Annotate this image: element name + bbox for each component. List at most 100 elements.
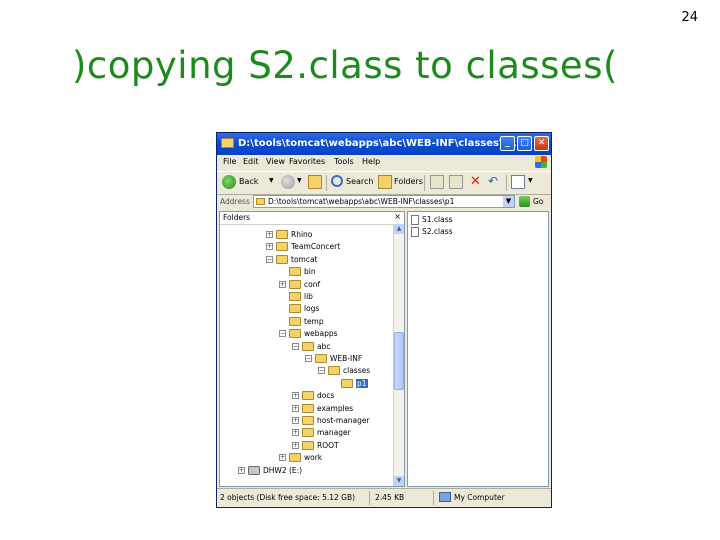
status-divider xyxy=(369,491,370,505)
folder-icon xyxy=(276,254,288,264)
window-title: D:\tools\tomcat\webapps\abc\WEB-INF\clas… xyxy=(238,138,517,149)
tree-item-label[interactable]: temp xyxy=(304,317,324,326)
my-computer-icon xyxy=(439,492,451,502)
back-arrow-icon[interactable] xyxy=(222,175,236,189)
tree-item-label[interactable]: examples xyxy=(317,404,353,413)
menu-help[interactable]: Help xyxy=(362,157,380,166)
menu-favorites[interactable]: Favorites xyxy=(289,157,325,166)
address-input[interactable]: D:\tools\tomcat\webapps\abc\WEB-INF\clas… xyxy=(253,195,515,208)
address-value[interactable]: D:\tools\tomcat\webapps\abc\WEB-INF\clas… xyxy=(268,197,454,206)
tree-item-label[interactable]: WEB-INF xyxy=(330,354,362,363)
folder-icon xyxy=(289,292,301,301)
tree-item-label[interactable]: host-manager xyxy=(317,416,370,425)
folder-icon xyxy=(289,304,301,314)
undo-icon[interactable]: ↶ xyxy=(488,174,498,188)
tree-item-label[interactable]: DHW2 (E:) xyxy=(263,466,302,475)
maximize-button[interactable]: □ xyxy=(517,136,532,151)
tree-item-label[interactable]: classes xyxy=(343,366,370,375)
tree-item-label[interactable]: ROOT xyxy=(317,441,339,450)
forward-arrow-icon[interactable] xyxy=(281,175,295,189)
vertical-scrollbar[interactable]: ▲ ▼ xyxy=(393,224,404,486)
back-dropdown-icon[interactable]: ▼ xyxy=(269,177,274,184)
expand-icon[interactable]: + xyxy=(292,429,299,437)
folders-pane: Folders × + Rhino + TeamConcert − tomcat bin + c… xyxy=(219,211,405,487)
expand-icon[interactable]: + xyxy=(266,231,273,238)
tree-item-label[interactable]: manager xyxy=(317,428,351,437)
tree-item-label[interactable]: abc xyxy=(317,342,330,351)
expand-icon[interactable]: + xyxy=(279,454,286,462)
title-bar[interactable]: D:\tools\tomcat\webapps\abc\WEB-INF\clas… xyxy=(217,133,551,155)
search-icon[interactable] xyxy=(331,175,343,187)
menu-edit[interactable]: Edit xyxy=(243,157,259,166)
folder-icon xyxy=(289,279,301,289)
folder-icon xyxy=(302,428,314,438)
delete-icon[interactable]: ✕ xyxy=(470,174,481,189)
scroll-thumb[interactable] xyxy=(394,332,404,390)
class-file-icon xyxy=(411,227,419,237)
tree-item-label[interactable]: docs xyxy=(317,391,334,400)
slide-number: 24 xyxy=(681,10,698,25)
expand-icon[interactable]: + xyxy=(266,243,273,251)
back-button-label[interactable]: Back xyxy=(239,177,258,186)
folder-icon xyxy=(302,440,314,450)
toolbar: Back ▼ ▼ Search Folders ✕ ↶ ▼ xyxy=(217,171,551,195)
tree-item-label[interactable]: logs xyxy=(304,304,319,313)
close-pane-icon[interactable]: × xyxy=(394,212,401,221)
folder-icon xyxy=(315,354,327,363)
go-button-label[interactable]: Go xyxy=(533,197,543,206)
tree-item-label[interactable]: tomcat xyxy=(291,255,318,264)
collapse-icon[interactable]: − xyxy=(305,355,312,362)
address-dropdown-icon[interactable]: ▼ xyxy=(503,196,514,207)
folder-icon xyxy=(302,341,314,351)
scroll-down-icon[interactable]: ▼ xyxy=(394,476,404,486)
folder-icon xyxy=(302,391,314,401)
tree-item-label[interactable]: TeamConcert xyxy=(291,242,340,251)
collapse-icon[interactable]: − xyxy=(279,330,286,338)
folder-icon xyxy=(289,453,301,463)
collapse-icon[interactable]: − xyxy=(292,342,299,350)
expand-icon[interactable]: + xyxy=(292,404,299,412)
folder-icon xyxy=(289,316,301,326)
tree-item-label[interactable]: Rhino xyxy=(291,230,312,239)
go-arrow-icon[interactable] xyxy=(519,196,530,207)
folders-pane-header: Folders × xyxy=(220,212,404,225)
toolbar-separator xyxy=(326,175,327,191)
tree-item-label[interactable]: p1 xyxy=(356,378,368,388)
views-dropdown-icon[interactable]: ▼ xyxy=(528,177,533,184)
search-button-label[interactable]: Search xyxy=(346,177,373,186)
copy-to-icon[interactable] xyxy=(449,175,463,189)
minimize-button[interactable]: _ xyxy=(500,136,515,151)
tree-item-label[interactable]: lib xyxy=(304,292,313,301)
menu-view[interactable]: View xyxy=(266,157,285,166)
views-icon[interactable] xyxy=(511,175,525,189)
file-name[interactable]: S1.class xyxy=(422,215,453,224)
tree-item-label[interactable]: webapps xyxy=(304,329,338,338)
collapse-icon[interactable]: − xyxy=(318,367,325,375)
forward-dropdown-icon[interactable]: ▼ xyxy=(297,177,302,184)
expand-icon[interactable]: + xyxy=(292,441,299,449)
folders-button-label[interactable]: Folders xyxy=(394,177,423,186)
menu-tools[interactable]: Tools xyxy=(334,157,354,166)
file-list-pane: S1.class S2.class xyxy=(407,211,549,487)
status-size: 2.45 KB xyxy=(375,493,405,502)
menu-file[interactable]: File xyxy=(223,157,236,166)
tree-item-label[interactable]: work xyxy=(304,453,322,462)
move-to-icon[interactable] xyxy=(430,175,444,189)
expand-icon[interactable]: + xyxy=(279,280,286,288)
file-name[interactable]: S2.class xyxy=(422,227,453,236)
collapse-icon[interactable]: − xyxy=(266,255,273,263)
toolbar-separator xyxy=(506,175,507,191)
expand-icon[interactable]: + xyxy=(292,392,299,400)
expand-icon[interactable]: + xyxy=(292,417,299,424)
toolbar-separator xyxy=(424,175,425,191)
tree-item-label[interactable]: conf xyxy=(304,280,320,289)
folders-pane-title: Folders xyxy=(223,213,251,222)
expand-icon[interactable]: + xyxy=(238,466,245,474)
status-bar: 2 objects (Disk free space: 5.12 GB) 2.4… xyxy=(217,488,551,507)
up-folder-icon[interactable] xyxy=(308,175,322,189)
close-button[interactable]: ✕ xyxy=(534,136,549,151)
folder-icon xyxy=(276,242,288,252)
folders-icon[interactable] xyxy=(378,175,392,189)
scroll-up-icon[interactable]: ▲ xyxy=(394,224,404,234)
tree-item-label[interactable]: bin xyxy=(304,267,316,276)
